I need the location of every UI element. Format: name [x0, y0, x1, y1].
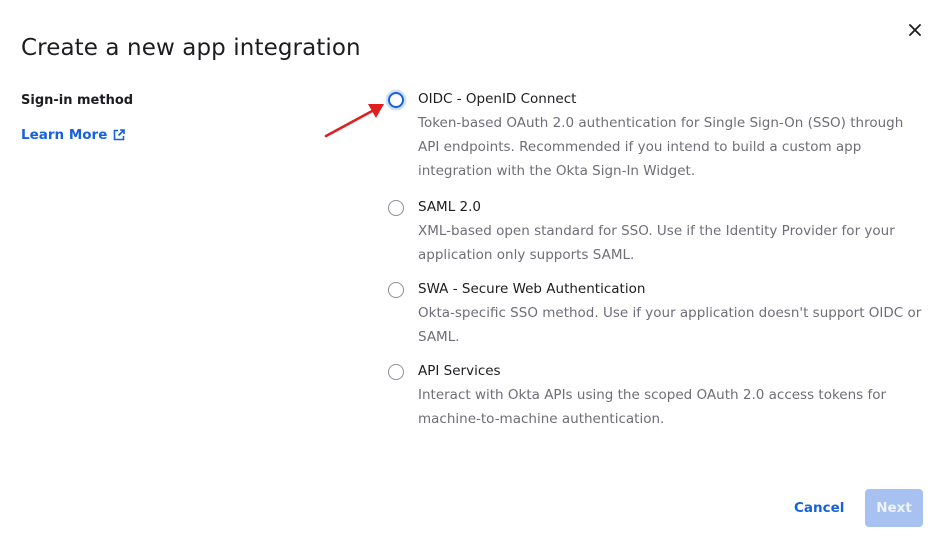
option-api-services-description: Interact with Okta APIs using the scoped… — [418, 387, 887, 427]
option-oidc-description: Token-based OAuth 2.0 authentication for… — [418, 115, 904, 179]
option-swa[interactable]: SWA - Secure Web Authentication Okta-spe… — [386, 280, 923, 349]
cancel-button[interactable]: Cancel — [784, 494, 854, 522]
close-button[interactable] — [903, 18, 927, 42]
dialog-title: Create a new app integration — [21, 35, 361, 61]
create-app-integration-dialog: Create a new app integration Sign-in met… — [0, 0, 941, 551]
option-saml-title: SAML 2.0 — [418, 199, 481, 215]
option-swa-description: Okta-specific SSO method. Use if your ap… — [418, 305, 922, 345]
radio-api-services[interactable] — [388, 364, 404, 380]
learn-more-link[interactable]: Learn More — [21, 126, 126, 144]
option-saml-description: XML-based open standard for SSO. Use if … — [418, 223, 895, 263]
option-saml[interactable]: SAML 2.0 XML-based open standard for SSO… — [386, 198, 923, 267]
option-swa-title: SWA - Secure Web Authentication — [418, 281, 646, 297]
option-oidc[interactable]: OIDC - OpenID Connect Token-based OAuth … — [386, 90, 923, 183]
annotation-arrow-icon — [324, 104, 384, 138]
radio-oidc[interactable] — [388, 92, 404, 108]
option-oidc-title: OIDC - OpenID Connect — [418, 91, 577, 107]
option-api-services[interactable]: API Services Interact with Okta APIs usi… — [386, 362, 923, 431]
sign-in-method-label: Sign-in method — [21, 93, 134, 108]
radio-saml[interactable] — [388, 200, 404, 216]
external-link-icon — [114, 129, 126, 141]
next-button[interactable]: Next — [865, 489, 923, 527]
close-icon — [909, 24, 921, 36]
learn-more-label: Learn More — [21, 127, 108, 143]
radio-swa[interactable] — [388, 282, 404, 298]
option-api-services-title: API Services — [418, 363, 501, 379]
